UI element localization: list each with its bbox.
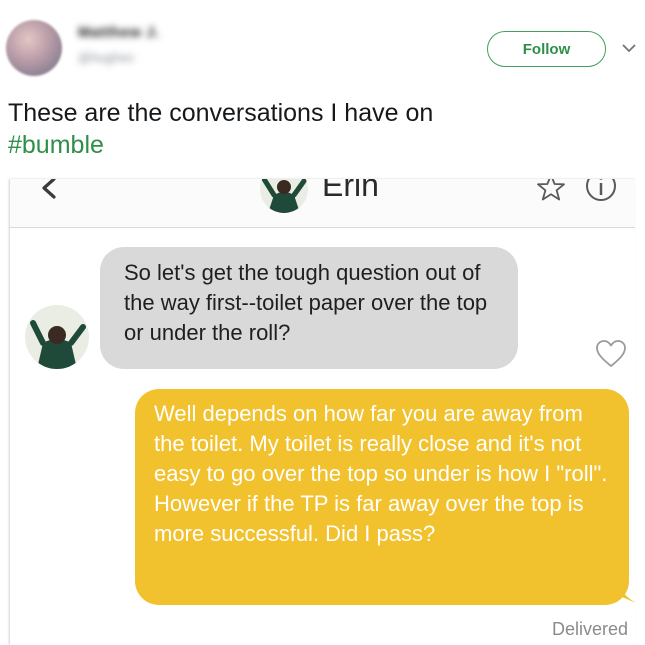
sent-message[interactable]: Well depends on how far you are away fro…	[135, 389, 629, 605]
hashtag-link[interactable]: #bumble	[8, 131, 104, 159]
match-photo	[260, 179, 308, 213]
delivery-status: Delivered	[552, 619, 629, 639]
user-avatar[interactable]	[6, 20, 62, 76]
star-icon	[537, 179, 565, 201]
sender-avatar[interactable]	[25, 305, 89, 369]
heart-icon	[596, 340, 626, 367]
chevron-down-icon	[622, 43, 636, 52]
info-button[interactable]	[584, 179, 618, 203]
received-message[interactable]: So let's get the tough question out of t…	[100, 247, 518, 369]
sent-message-tail	[619, 583, 635, 603]
match-avatar[interactable]	[260, 179, 308, 213]
user-handle[interactable]: @hughes	[78, 50, 134, 65]
tweet-text: These are the conversations I have on #b…	[8, 97, 628, 161]
back-chevron-icon	[42, 179, 56, 199]
tweet-text-line: These are the conversations I have on	[8, 99, 434, 127]
follow-button[interactable]: Follow	[487, 31, 606, 67]
chat-header: Erin	[10, 179, 635, 228]
match-name: Erin	[322, 179, 379, 203]
back-button[interactable]	[38, 179, 64, 203]
chat-screenshot: Erin So let's get the tough question out…	[10, 179, 635, 645]
favorite-button[interactable]	[536, 179, 566, 201]
follow-button-label: Follow	[522, 40, 571, 58]
like-message-button[interactable]	[595, 339, 627, 369]
more-options-button[interactable]	[619, 38, 639, 58]
user-name[interactable]: Matthew J.	[78, 24, 160, 41]
info-icon	[586, 179, 616, 201]
sender-photo	[25, 305, 89, 369]
